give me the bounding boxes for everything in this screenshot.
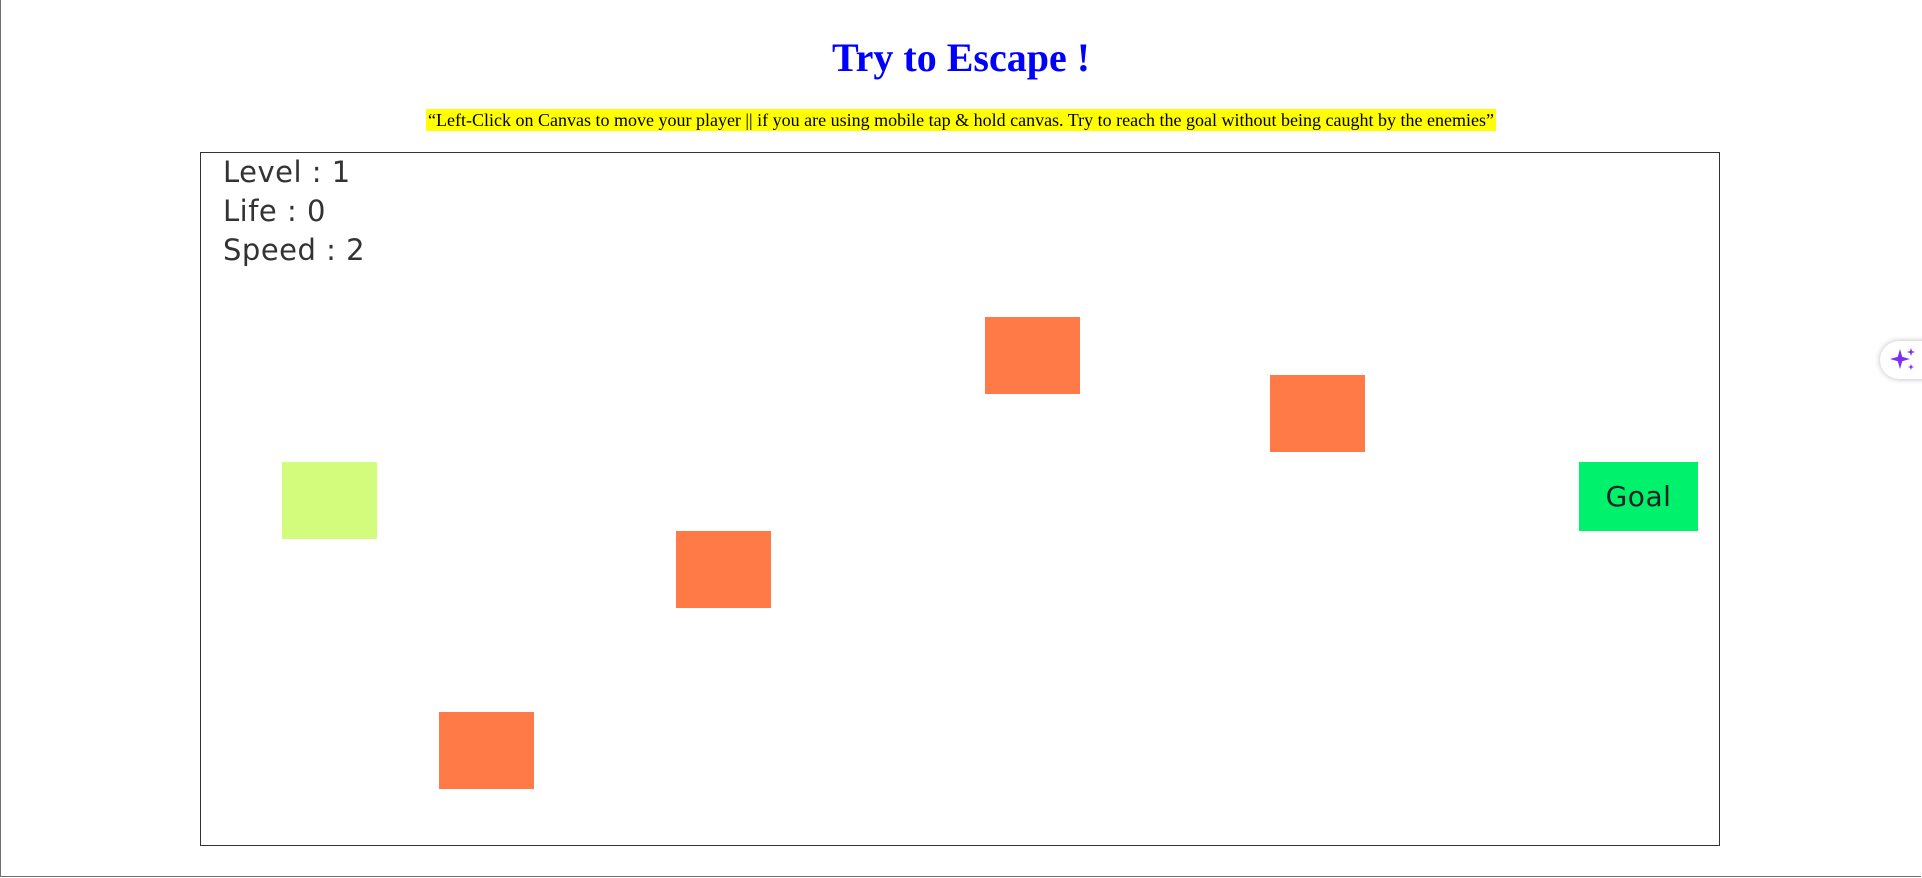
hud-separator: : (316, 233, 347, 267)
enemy (439, 712, 534, 789)
hud-separator: : (302, 155, 332, 189)
game-canvas[interactable]: Level : 1 Life : 0 Speed : 2 Goal (200, 152, 1720, 846)
hud-level: Level : 1 (223, 153, 365, 192)
player (282, 462, 377, 539)
sparkle-icon (1889, 346, 1917, 374)
hud-level-label: Level (223, 155, 303, 189)
hud-life-label: Life (223, 194, 278, 228)
page-title: Try to Escape ! (831, 35, 1091, 80)
instructions-wrapper: “Left-Click on Canvas to move your playe… (0, 109, 1922, 131)
hud-life: Life : 0 (223, 192, 365, 231)
instructions-text: “Left-Click on Canvas to move your playe… (426, 109, 1496, 131)
hud: Level : 1 Life : 0 Speed : 2 (223, 153, 365, 270)
ai-assistant-button[interactable] (1880, 341, 1922, 379)
hud-separator: : (277, 194, 307, 228)
hud-level-value: 1 (331, 155, 351, 189)
hud-speed-label: Speed (223, 233, 317, 267)
enemy (676, 531, 771, 608)
enemy (1270, 375, 1365, 452)
goal-label: Goal (1605, 480, 1672, 513)
enemy (985, 317, 1080, 394)
hud-speed-value: 2 (346, 233, 366, 267)
hud-speed: Speed : 2 (223, 231, 365, 270)
hud-life-value: 0 (306, 194, 326, 228)
goal: Goal (1579, 462, 1698, 531)
